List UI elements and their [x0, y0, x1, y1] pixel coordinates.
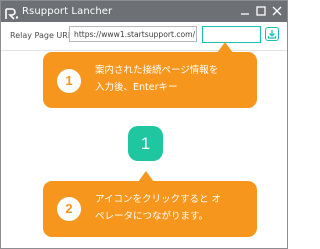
- callout-2-text: アイコンをクリックすると オ ペレータにつながります。: [95, 191, 255, 225]
- step-1-badge: 1: [57, 69, 81, 93]
- callout-1-text: 案内された接続ページ情報を 入力後、Enterキー: [95, 62, 255, 96]
- download-arrow-icon: [267, 30, 277, 39]
- maximize-icon: [256, 6, 266, 16]
- relay-url-field[interactable]: https://www1.startsupport.com/: [69, 26, 197, 42]
- header-divider: [1, 50, 287, 51]
- relay-url-label: Relay Page URL: [10, 31, 73, 40]
- close-button[interactable]: [270, 4, 284, 18]
- connection-key-field[interactable]: [202, 26, 261, 43]
- callout-2-line-2: ペレータにつながります。: [95, 211, 209, 222]
- operator-button[interactable]: 1: [128, 126, 163, 161]
- rsupport-logo-icon: [5, 5, 19, 20]
- maximize-button[interactable]: [254, 4, 268, 18]
- callout-1-line-1: 案内された接続ページ情報を: [95, 65, 219, 76]
- step-2-badge: 2: [57, 197, 81, 221]
- title-bar: Rsupport Lancher: [1, 1, 287, 22]
- relay-url-value: https://www1.startsupport.com/: [74, 30, 196, 39]
- window-title: Rsupport Lancher: [22, 6, 113, 17]
- connect-button[interactable]: [265, 27, 279, 41]
- callout-step-2: 2 アイコンをクリックすると オ ペレータにつながります。: [43, 181, 257, 237]
- connection-key-input[interactable]: [204, 28, 259, 41]
- callout-1-line-2: 入力後、Enterキー: [95, 82, 178, 93]
- minimize-icon: [241, 13, 249, 15]
- launcher-window: Rsupport Lancher Relay Page URL https://…: [0, 0, 288, 249]
- minimize-button[interactable]: [238, 4, 252, 18]
- callout-step-1: 1 案内された接続ページ情報を 入力後、Enterキー: [43, 52, 257, 108]
- callout-2-line-1: アイコンをクリックすると オ: [95, 194, 222, 205]
- close-icon: [272, 6, 282, 16]
